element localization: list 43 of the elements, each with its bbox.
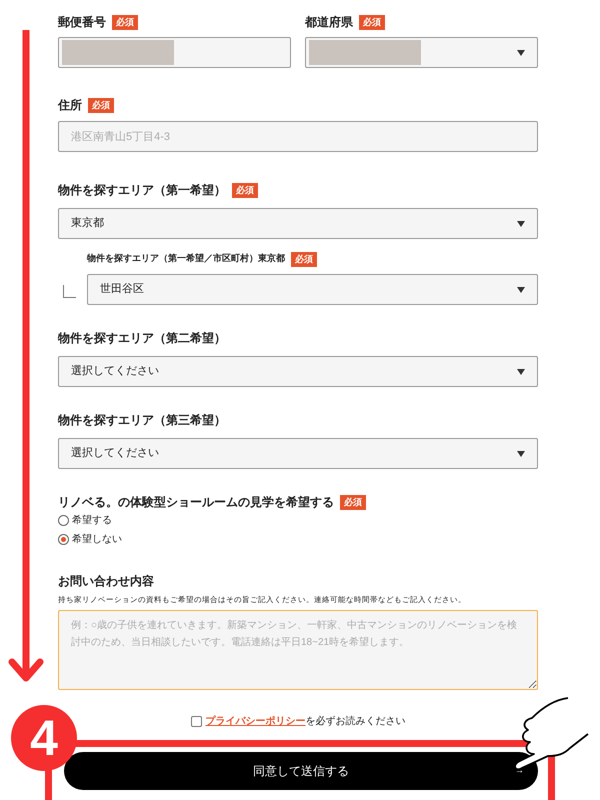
privacy-notice: プライバシーポリシーを必ずお読みください <box>206 714 406 730</box>
select-field[interactable]: 選択してください <box>58 356 538 387</box>
field-label: 郵便番号 <box>58 14 106 31</box>
radio-button[interactable] <box>58 534 69 545</box>
select-field[interactable] <box>305 37 538 68</box>
field-label: お問い合わせ内容 <box>58 573 155 590</box>
select-value: 世田谷区 <box>100 282 144 298</box>
required-badge: 必須 <box>340 494 366 510</box>
caret-icon <box>517 220 525 226</box>
field-label: 物件を探すエリア（第二希望） <box>58 330 226 347</box>
required-badge: 必須 <box>88 98 114 112</box>
address-field[interactable]: 港区南青山5丁目4-3 <box>58 121 538 152</box>
checkbox[interactable] <box>190 716 202 728</box>
required-badge: 必須 <box>291 252 317 266</box>
select-field[interactable]: 東京都 <box>58 208 538 239</box>
required-badge: 必須 <box>112 14 138 30</box>
connector-line <box>63 285 76 298</box>
select-field[interactable]: 世田谷区 <box>87 274 538 305</box>
select-field[interactable]: 選択してください <box>58 438 538 469</box>
select-value: 選択してください <box>71 446 159 462</box>
radio-label: 希望する <box>72 514 112 528</box>
select-value: 選択してください <box>71 364 159 380</box>
field-label: 物件を探すエリア（第一希望） <box>58 182 226 199</box>
step-badge: 4 <box>11 705 77 771</box>
caret-icon <box>517 368 525 374</box>
submit-button[interactable]: 同意して送信する → <box>64 752 538 790</box>
select-value: 東京都 <box>71 216 104 232</box>
field-label: 都道府県 <box>305 14 353 31</box>
field-label: 物件を探すエリア（第三希望） <box>58 412 226 429</box>
field-label: 住所 <box>58 97 82 114</box>
arrow-icon: → <box>515 764 524 778</box>
field-label: リノベる。の体験型ショールームの見学を希望する <box>58 494 334 511</box>
text-field[interactable] <box>58 37 291 68</box>
inquiry-textarea[interactable]: 例：○歳の子供を連れていきます。新築マンション、一軒家、中古マンションのリノベーションを検討中のため、当日相談したいです。電話連絡は平日18~21時を希望します。 <box>58 610 538 690</box>
privacy-policy-link[interactable]: プライバシーポリシー <box>206 716 306 728</box>
caret-icon <box>517 50 525 56</box>
field-label: 物件を探すエリア（第一希望／市区町村）東京都 <box>87 252 285 266</box>
caret-icon <box>517 286 525 292</box>
caret-icon <box>517 450 525 456</box>
radio-label: 希望しない <box>72 532 122 547</box>
required-badge: 必須 <box>232 182 258 198</box>
required-badge: 必須 <box>359 14 385 30</box>
radio-button[interactable] <box>58 515 69 526</box>
